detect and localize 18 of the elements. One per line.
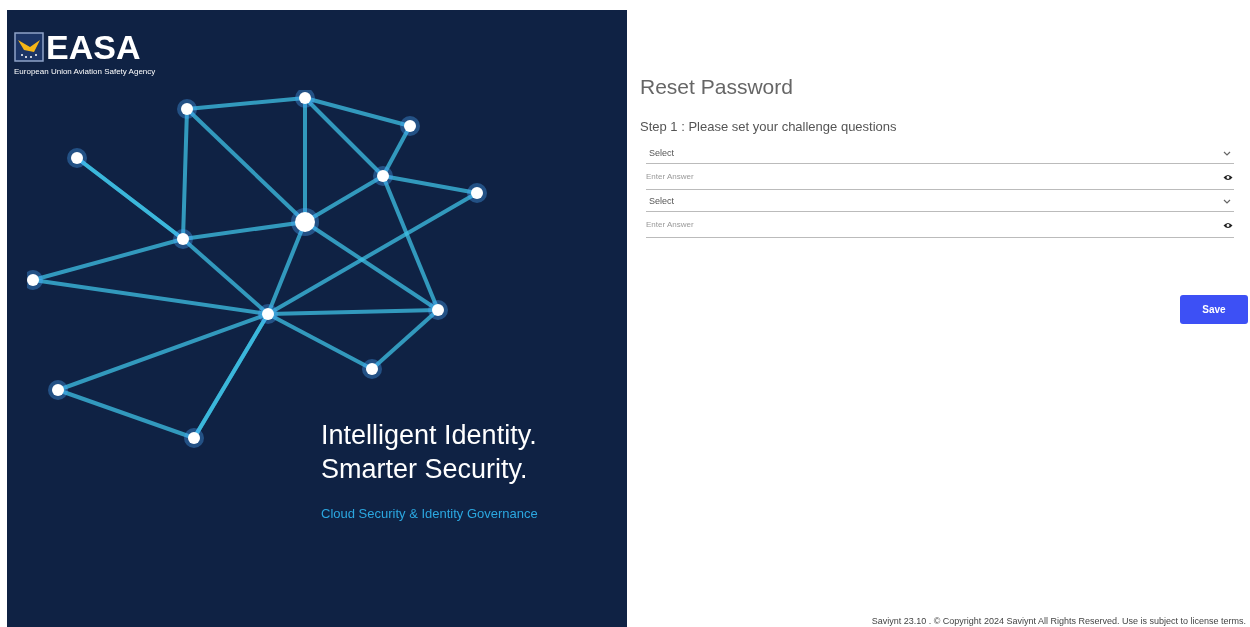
logo-text: EASA <box>46 30 141 64</box>
step-text: Step 1 : Please set your challenge questions <box>640 117 898 136</box>
tagline: Cloud Security & Identity Governance <box>321 505 538 523</box>
question-select[interactable]: Select <box>646 192 1234 212</box>
answer-field[interactable]: Enter Answer <box>646 164 1234 190</box>
question-select[interactable]: Select <box>646 144 1234 164</box>
bird-icon <box>14 32 44 62</box>
answer-field[interactable]: Enter Answer <box>646 212 1234 238</box>
chevron-down-icon <box>1223 199 1231 204</box>
eye-icon[interactable] <box>1223 174 1233 181</box>
chevron-down-icon <box>1223 151 1231 156</box>
headline: Smarter Security. <box>321 453 529 486</box>
logo-subtitle: European Union Aviation Safety Agency <box>14 66 156 78</box>
page-title: Reset Password <box>640 74 794 100</box>
headline: Intelligent Identity. <box>321 419 538 452</box>
eye-icon[interactable] <box>1223 222 1233 229</box>
footer-text: Saviynt 23.10 . © Copyright 2024 Saviynt All Rights Reserved. Use is subject to license terms. <box>871 616 1246 627</box>
save-button[interactable]: Save <box>1180 295 1248 324</box>
